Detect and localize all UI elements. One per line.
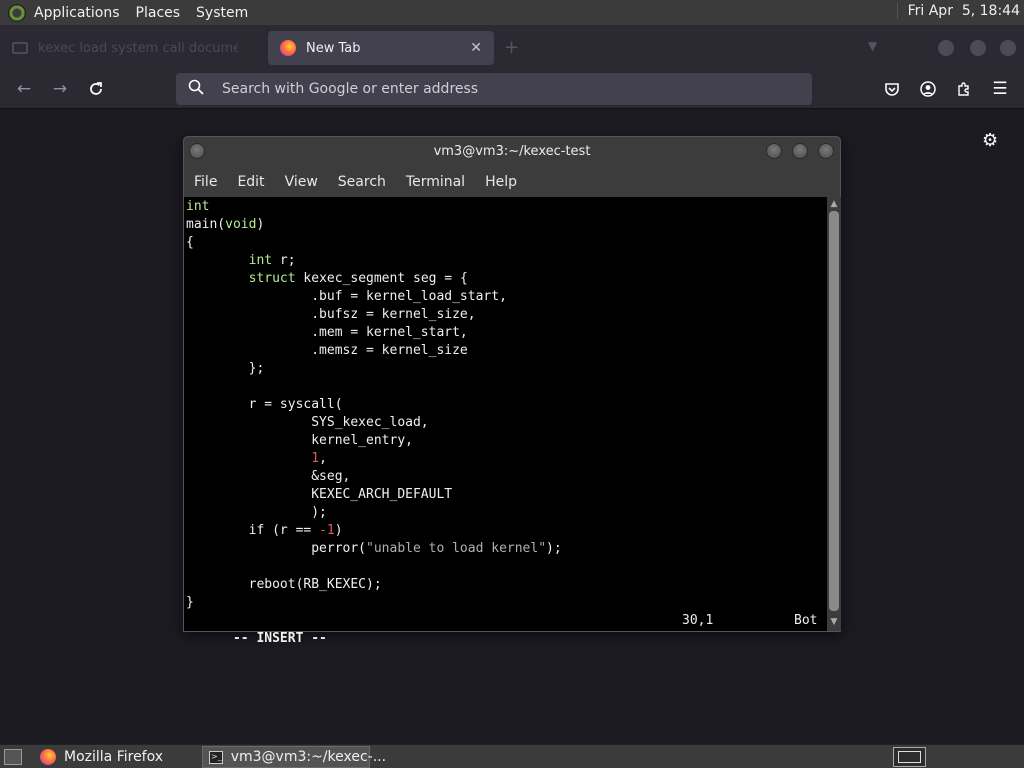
new-tab-button[interactable]: + <box>504 37 519 58</box>
taskbar-terminal[interactable]: >_ vm3@vm3:~/kexec-... <box>202 746 386 768</box>
code-line: kernel_entry, <box>186 433 413 448</box>
code-line: int <box>186 199 210 214</box>
search-icon <box>188 79 212 99</box>
tab-background-label: kexec load system call documentation <box>38 40 238 56</box>
gear-icon[interactable]: ⚙ <box>982 130 998 151</box>
close-icon[interactable]: ✕ <box>470 40 482 56</box>
menu-help[interactable]: Help <box>475 174 527 190</box>
code-line: perror("unable to load kernel"); <box>186 541 562 556</box>
terminal-screen[interactable]: int main(void) { int r; struct kexec_segme… <box>184 197 827 646</box>
scroll-position: Bot <box>794 613 818 628</box>
terminal-close-button[interactable] <box>818 143 834 159</box>
maximize-button[interactable] <box>970 40 986 56</box>
menu-terminal[interactable]: Terminal <box>396 174 475 190</box>
distro-logo-icon[interactable] <box>8 3 26 22</box>
code-line: r = syscall( <box>186 397 343 412</box>
terminal-scrollbar[interactable]: ▲ ▼ <box>827 197 841 631</box>
taskbar-terminal-label: vm3@vm3:~/kexec-... <box>230 749 387 765</box>
menu-edit[interactable]: Edit <box>227 174 274 190</box>
show-desktop-icon[interactable] <box>4 749 22 765</box>
account-icon[interactable] <box>916 77 940 101</box>
code-line: .bufsz = kernel_size, <box>186 307 476 322</box>
workspace-switcher[interactable] <box>893 747 926 767</box>
terminal-icon: >_ <box>209 750 223 764</box>
tab-background[interactable]: kexec load system call documentation <box>6 33 256 63</box>
scroll-down-icon[interactable]: ▼ <box>829 617 839 627</box>
menu-file[interactable]: File <box>184 174 227 190</box>
tab-new-tab-label: New Tab <box>306 40 361 56</box>
taskbar-firefox-label: Mozilla Firefox <box>64 749 164 765</box>
terminal-title: vm3@vm3:~/kexec-test <box>433 144 591 159</box>
code-line: int r; <box>248 253 296 268</box>
scroll-up-icon[interactable]: ▲ <box>829 199 839 209</box>
tab-new-tab[interactable]: New Tab ✕ <box>268 31 494 65</box>
terminal-titlebar[interactable]: vm3@vm3:~/kexec-test <box>184 137 840 167</box>
extensions-icon[interactable] <box>952 77 976 101</box>
vim-statusline: -- INSERT -- 30,1 Bot <box>186 612 824 646</box>
firefox-icon <box>40 749 56 765</box>
places-menu[interactable]: Places <box>136 5 181 21</box>
terminal-menubar: File Edit View Search Terminal Help <box>184 167 840 197</box>
bottom-panel: Mozilla Firefox >_ vm3@vm3:~/kexec-... <box>0 744 1024 768</box>
code-line: KEXEC_ARCH_DEFAULT <box>186 487 453 502</box>
cursor-position: 30,1 <box>682 613 714 628</box>
pocket-icon[interactable] <box>880 77 904 101</box>
code-line: { <box>186 235 194 250</box>
code-line: main(void) <box>186 217 265 232</box>
forward-arrow-icon[interactable]: → <box>48 77 72 101</box>
navigation-bar: ← → ☰ <box>0 69 1024 109</box>
menu-search[interactable]: Search <box>328 174 396 190</box>
firefox-icon <box>280 40 296 56</box>
window-menu-button[interactable] <box>189 143 205 159</box>
code-buffer: int main(void) { int r; struct kexec_segme… <box>186 198 562 612</box>
code-line: .mem = kernel_start, <box>186 325 468 340</box>
code-line: 1, <box>311 451 327 466</box>
terminal-window: vm3@vm3:~/kexec-test File Edit View Sear… <box>183 136 841 646</box>
terminal-maximize-button[interactable] <box>792 143 808 159</box>
code-line: reboot(RB_KEXEC); <box>186 577 382 592</box>
code-line: .memsz = kernel_size <box>186 343 468 358</box>
code-line: }; <box>186 361 265 376</box>
taskbar-firefox[interactable]: Mozilla Firefox <box>34 746 198 768</box>
tab-strip: kexec load system call documentation New… <box>0 25 1024 69</box>
code-line: .buf = kernel_load_start, <box>186 289 507 304</box>
close-window-button[interactable] <box>1000 40 1016 56</box>
minimize-button[interactable] <box>938 40 954 56</box>
code-line: } <box>186 595 194 610</box>
vim-mode: -- INSERT -- <box>232 631 327 646</box>
code-line: &seg, <box>186 469 351 484</box>
top-panel: Applications Places System Fri Apr 5, 18… <box>0 0 1024 25</box>
code-line: if (r == -1) <box>186 523 343 538</box>
address-input[interactable] <box>222 81 782 97</box>
code-line: SYS_kexec_load, <box>186 415 429 430</box>
hamburger-menu-icon[interactable]: ☰ <box>988 77 1012 101</box>
back-arrow-icon[interactable]: ← <box>12 77 36 101</box>
code-line: ); <box>186 505 327 520</box>
tab-folder-icon <box>12 42 28 54</box>
clock[interactable]: Fri Apr 5, 18:44 <box>896 3 1020 19</box>
applications-menu[interactable]: Applications <box>34 5 120 21</box>
workspace-window-thumbnail <box>898 751 921 763</box>
scrollbar-thumb[interactable] <box>829 211 839 611</box>
terminal-minimize-button[interactable] <box>766 143 782 159</box>
chevron-down-icon[interactable]: ▼ <box>868 39 877 53</box>
url-bar[interactable] <box>176 73 812 105</box>
reload-icon[interactable] <box>84 77 108 101</box>
menu-view[interactable]: View <box>275 174 328 190</box>
code-line: struct kexec_segment seg = { <box>248 271 468 286</box>
system-menu[interactable]: System <box>196 5 248 21</box>
